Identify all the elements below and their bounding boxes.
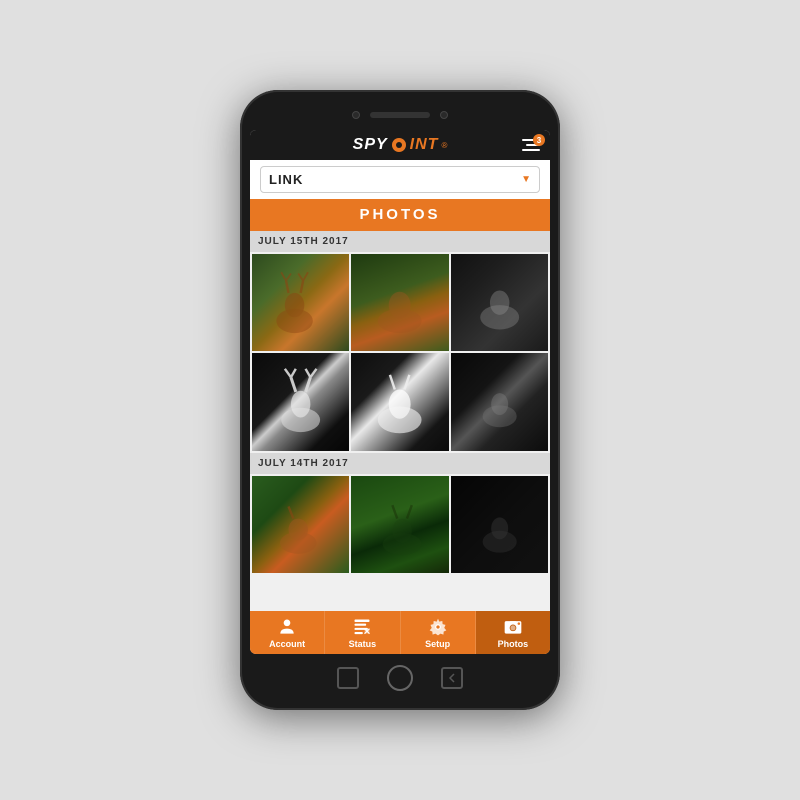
nav-item-photos[interactable]: Photos bbox=[476, 611, 550, 654]
camera-dropdown[interactable]: LINK ▼ bbox=[260, 166, 540, 193]
logo-spy-text: SPY bbox=[353, 136, 388, 154]
photo-item[interactable] bbox=[351, 353, 448, 450]
photo-item[interactable] bbox=[351, 254, 448, 351]
nav-item-account[interactable]: Account bbox=[250, 611, 325, 654]
nav-label-account: Account bbox=[269, 639, 305, 649]
photo-item[interactable] bbox=[451, 476, 548, 573]
logo-dot-inner bbox=[396, 142, 402, 148]
sensor bbox=[440, 111, 448, 119]
back-arrow-icon bbox=[447, 673, 457, 683]
nav-item-status[interactable]: Status bbox=[325, 611, 400, 654]
front-camera bbox=[352, 111, 360, 119]
date-label-july15: JULY 15TH 2017 bbox=[250, 231, 550, 252]
photo-grid-july14 bbox=[250, 474, 550, 575]
notification-badge: 3 bbox=[533, 134, 545, 146]
nav-label-status: Status bbox=[349, 639, 377, 649]
photo-item[interactable] bbox=[252, 254, 349, 351]
nav-item-setup[interactable]: Setup bbox=[401, 611, 476, 654]
section-title: PHOTOS bbox=[359, 206, 440, 223]
back-button[interactable] bbox=[441, 667, 463, 689]
phone-screen: SPY INT ® 3 LINK ▼ bbox=[250, 130, 550, 654]
date-group-july15: JULY 15TH 2017 bbox=[250, 231, 550, 453]
bottom-navigation: Account Status bbox=[250, 611, 550, 654]
logo-point-text: INT bbox=[410, 136, 439, 154]
photo-thumbnail bbox=[451, 476, 548, 573]
photo-grid-july15 bbox=[250, 252, 550, 453]
nav-label-photos: Photos bbox=[498, 639, 529, 649]
app-header: SPY INT ® 3 bbox=[250, 130, 550, 160]
app-logo: SPY INT ® bbox=[353, 136, 448, 154]
photo-item[interactable] bbox=[451, 254, 548, 351]
speaker-grille bbox=[370, 112, 430, 118]
phone-bottom-bar bbox=[250, 660, 550, 696]
camera-selector: LINK ▼ bbox=[250, 160, 550, 199]
menu-button[interactable]: 3 bbox=[522, 139, 540, 151]
photo-thumbnail bbox=[351, 353, 448, 450]
camera-name: LINK bbox=[269, 172, 303, 187]
menu-bar-3 bbox=[522, 149, 540, 151]
setup-icon bbox=[428, 617, 448, 637]
photos-content[interactable]: JULY 15TH 2017 bbox=[250, 231, 550, 611]
date-label-july14: JULY 14TH 2017 bbox=[250, 453, 550, 474]
photo-item[interactable] bbox=[252, 476, 349, 573]
photo-thumbnail bbox=[351, 254, 448, 351]
date-group-july14: JULY 14TH 2017 bbox=[250, 453, 550, 575]
photo-thumbnail bbox=[252, 254, 349, 351]
photos-icon bbox=[503, 617, 523, 637]
photo-thumbnail bbox=[252, 476, 349, 573]
logo-trademark: ® bbox=[441, 141, 447, 150]
phone-frame: SPY INT ® 3 LINK ▼ bbox=[240, 90, 560, 710]
logo-dot bbox=[392, 138, 406, 152]
photo-item[interactable] bbox=[351, 476, 448, 573]
photo-item[interactable] bbox=[451, 353, 548, 450]
status-icon bbox=[352, 617, 372, 637]
photo-item[interactable] bbox=[252, 353, 349, 450]
nav-label-setup: Setup bbox=[425, 639, 450, 649]
dropdown-arrow-icon: ▼ bbox=[521, 174, 531, 185]
recent-apps-button[interactable] bbox=[337, 667, 359, 689]
home-button[interactable] bbox=[387, 665, 413, 691]
photo-thumbnail bbox=[351, 476, 448, 573]
photo-thumbnail bbox=[451, 254, 548, 351]
photo-thumbnail bbox=[252, 353, 349, 450]
photo-thumbnail bbox=[451, 353, 548, 450]
account-icon bbox=[277, 617, 297, 637]
phone-top-bar bbox=[250, 104, 550, 126]
section-title-bar: PHOTOS bbox=[250, 199, 550, 231]
